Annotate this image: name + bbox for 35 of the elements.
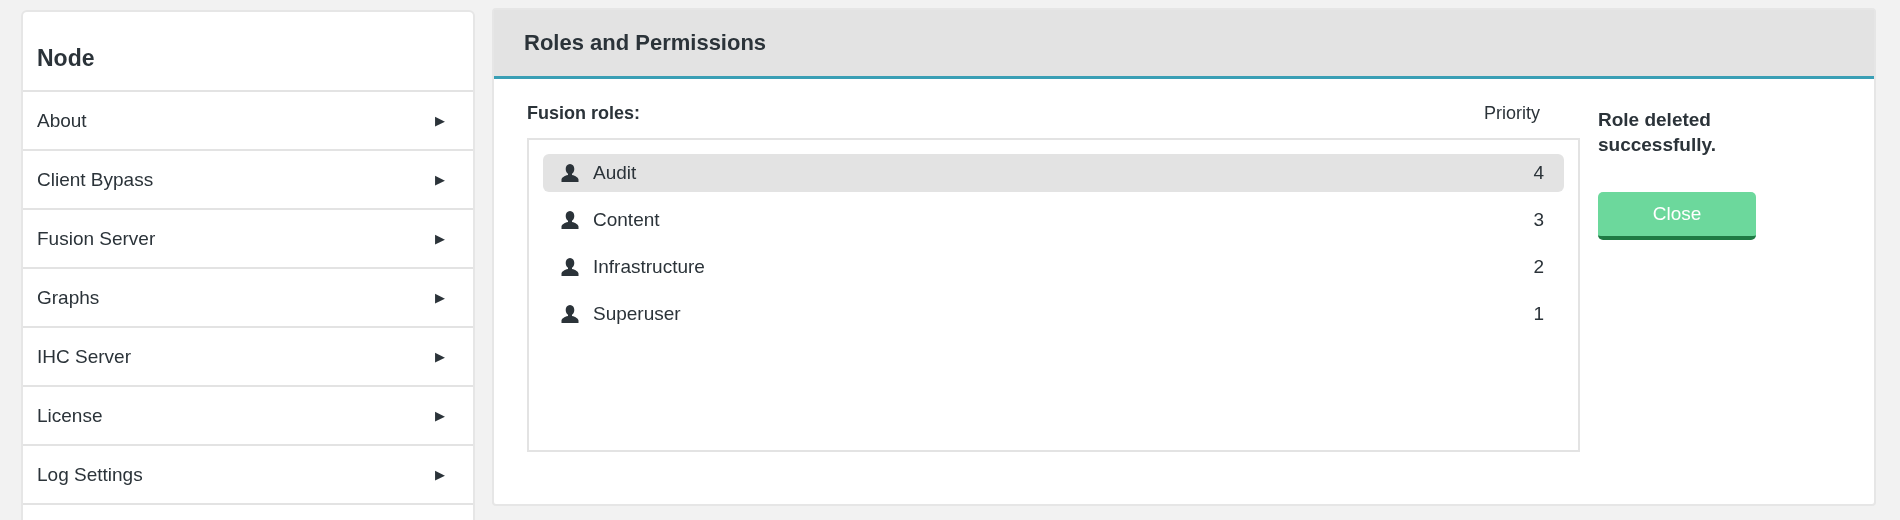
- role-name: Infrastructure: [593, 256, 706, 278]
- role-item[interactable]: Audit 4: [543, 154, 1564, 192]
- role-priority: 2: [1533, 256, 1544, 278]
- role-name: Audit: [593, 162, 638, 184]
- sidebar-item[interactable]: License ▶: [23, 387, 473, 446]
- role-item[interactable]: Superuser 1: [543, 295, 1564, 333]
- sidebar-item[interactable]: About ▶: [23, 92, 473, 151]
- sidebar-item[interactable]: Log Settings ▶: [23, 446, 473, 505]
- caret-icon: ▶: [435, 467, 445, 482]
- role-priority: 4: [1533, 162, 1544, 184]
- sidebar-item[interactable]: Client Bypass ▶: [23, 151, 473, 210]
- user-icon: [561, 257, 579, 277]
- user-icon: [561, 210, 579, 230]
- column-header: Priority: [1484, 103, 1540, 124]
- role-priority: 3: [1533, 209, 1544, 231]
- role-priority: 1: [1533, 303, 1544, 325]
- sidebar-item[interactable]: Fusion Server ▶: [23, 210, 473, 269]
- sidebar-item[interactable]: Graphs ▶: [23, 269, 473, 328]
- role-item[interactable]: Infrastructure 2: [543, 248, 1564, 286]
- role-item[interactable]: Content 3: [543, 201, 1564, 239]
- caret-icon: ▶: [435, 408, 445, 423]
- sidebar-title: Node: [23, 12, 473, 92]
- status-message: Role deleted successfully.: [1598, 108, 1717, 157]
- sidebar-item[interactable]: IHC Server ▶: [23, 328, 473, 387]
- caret-icon: ▶: [435, 113, 445, 128]
- panel-title: Roles and Permissions: [494, 10, 1874, 79]
- caret-icon: ▶: [435, 172, 445, 187]
- role-name: Superuser: [593, 303, 682, 325]
- caret-icon: ▶: [435, 231, 445, 246]
- user-icon: [561, 163, 579, 183]
- caret-icon: ▶: [435, 349, 445, 364]
- list-label: Fusion roles:: [527, 103, 640, 124]
- caret-icon: ▶: [435, 290, 445, 305]
- role-name: Content: [593, 209, 661, 231]
- user-icon: [561, 304, 579, 324]
